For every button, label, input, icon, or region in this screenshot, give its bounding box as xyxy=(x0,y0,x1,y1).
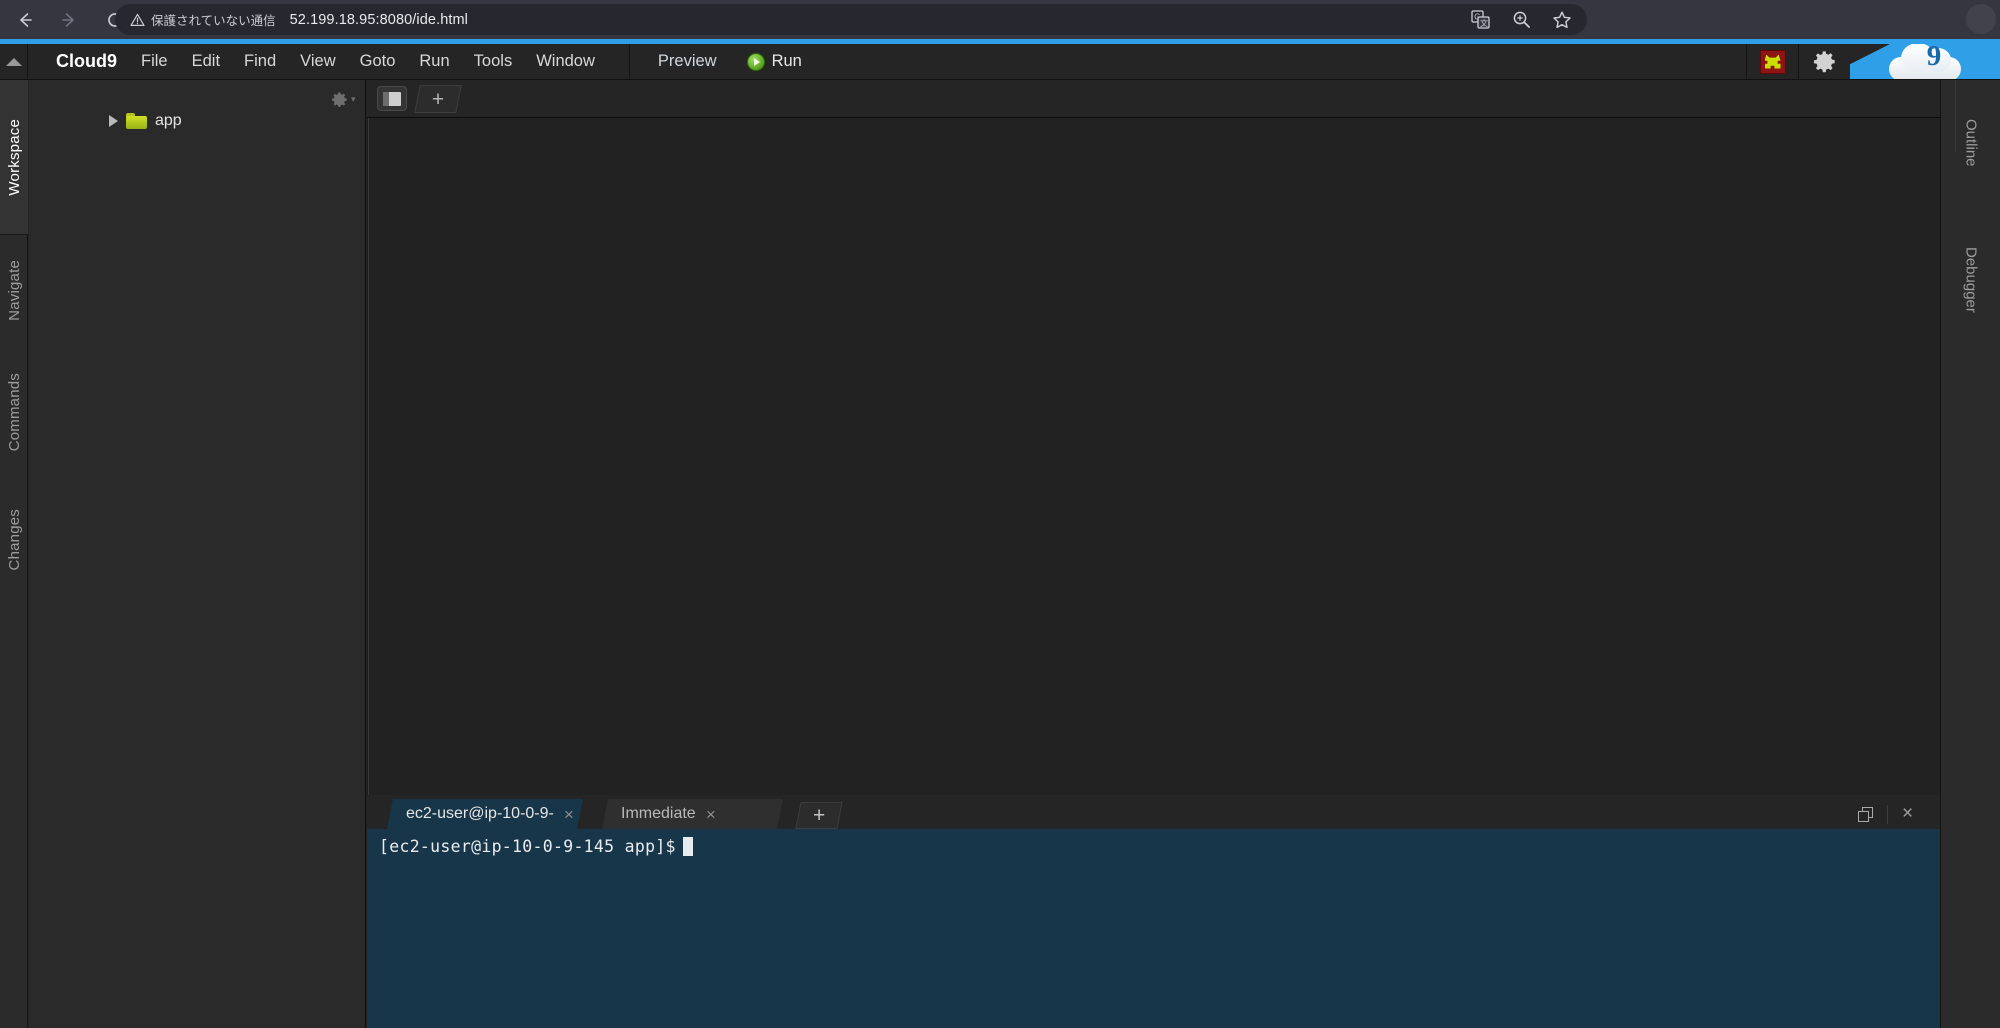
translate-glyph: G 文 xyxy=(1470,10,1490,29)
close-icon[interactable]: × xyxy=(564,805,574,824)
browser-toolbar: 保護されていない通信 52.199.18.95:8080/ide.html G … xyxy=(0,0,2000,39)
plus-icon: + xyxy=(812,804,826,827)
sidebar-item-changes-label: Changes xyxy=(5,509,23,571)
sidebar-item-workspace-label: Workspace xyxy=(5,118,23,196)
tree-settings-gear-icon xyxy=(332,91,347,107)
close-panel-button[interactable]: × xyxy=(1887,803,1927,824)
plus-icon: + xyxy=(431,87,445,110)
new-terminal-tab-button[interactable]: + xyxy=(795,802,843,829)
url-text[interactable]: 52.199.18.95:8080/ide.html xyxy=(290,12,468,28)
ide-menu-bar: Cloud9 File Edit Find View Goto Run Tool… xyxy=(0,44,2000,80)
sidebar-item-debugger[interactable]: Debugger xyxy=(1941,205,2000,355)
bookmark-star-icon[interactable] xyxy=(1551,9,1573,31)
star-glyph xyxy=(1553,10,1571,28)
sidebar-item-workspace[interactable]: Workspace xyxy=(0,80,28,235)
editor-tab-bar: + xyxy=(367,80,1940,118)
security-status-chip[interactable]: 保護されていない通信 xyxy=(130,10,276,29)
menu-file[interactable]: File xyxy=(129,44,180,79)
terminal-cursor xyxy=(682,837,693,856)
left-sidebar-rail: Workspace Navigate Commands Changes xyxy=(0,80,28,1028)
file-tree-panel: ▾ app xyxy=(29,80,366,1028)
menu-find[interactable]: Find xyxy=(232,44,288,79)
zoom-icon[interactable] xyxy=(1510,9,1532,31)
menu-goto[interactable]: Goto xyxy=(348,44,408,79)
terminal-prompt-line: [ec2-user@ip-10-0-9-145 app]$ xyxy=(379,837,1940,856)
menu-tools[interactable]: Tools xyxy=(462,44,525,79)
collapse-up-arrow-icon xyxy=(5,57,22,66)
close-icon[interactable]: × xyxy=(706,805,716,824)
terminal-tab-1-label: Immediate xyxy=(621,805,696,822)
preferences-button[interactable] xyxy=(1798,44,1850,79)
sidebar-item-commands-label: Commands xyxy=(5,373,23,452)
bug-icon xyxy=(1759,49,1786,74)
sidebar-item-navigate[interactable]: Navigate xyxy=(0,235,28,345)
sidebar-item-outline-label: Outline xyxy=(1962,118,1980,167)
tree-row-label: app xyxy=(155,112,182,129)
terminal-tab-1[interactable]: Immediate × xyxy=(602,799,783,829)
collapse-menu-button[interactable] xyxy=(0,44,28,79)
tree-row-app[interactable]: app xyxy=(29,108,365,134)
terminal-panel-actions: × xyxy=(1843,799,1940,829)
address-bar[interactable]: 保護されていない通信 52.199.18.95:8080/ide.html G … xyxy=(115,4,1587,35)
terminal-tab-0[interactable]: ec2-user@ip-10-0-9- × xyxy=(387,799,583,829)
run-controls: Preview Run xyxy=(630,44,828,79)
bug-button[interactable] xyxy=(1746,44,1798,79)
run-button[interactable]: Run xyxy=(735,44,814,79)
menu-right-controls: 9 xyxy=(1746,44,2000,79)
back-button[interactable] xyxy=(6,1,44,39)
preview-button[interactable]: Preview xyxy=(644,44,731,79)
right-sidebar-rail: Outline Debugger xyxy=(1940,80,2000,1028)
warning-triangle-icon xyxy=(130,13,145,26)
toggle-panel-button[interactable] xyxy=(377,86,407,111)
toggle-panel-icon xyxy=(383,91,401,106)
brand-cloud9[interactable]: Cloud9 xyxy=(44,44,129,79)
cloud9-logo-icon: 9 xyxy=(1889,39,1961,79)
cloud9-logo-tab[interactable]: 9 xyxy=(1850,44,2000,79)
green-play-icon xyxy=(746,52,765,71)
sidebar-item-outline[interactable]: Outline xyxy=(1941,80,2000,205)
gear-icon xyxy=(1813,51,1835,73)
run-button-label: Run xyxy=(771,52,802,70)
menu-run[interactable]: Run xyxy=(407,44,461,79)
back-arrow-icon xyxy=(20,12,32,27)
new-editor-tab-button[interactable]: + xyxy=(414,84,462,113)
security-status-label: 保護されていない通信 xyxy=(151,14,276,28)
omnibox-actions: G 文 xyxy=(1469,4,1573,35)
menu-view[interactable]: View xyxy=(288,44,347,79)
forward-arrow-icon xyxy=(62,12,74,27)
menu-items: Cloud9 File Edit Find View Goto Run Tool… xyxy=(28,44,607,79)
terminal-output[interactable]: [ec2-user@ip-10-0-9-145 app]$ xyxy=(367,829,1940,1028)
rail-divider xyxy=(1955,80,1956,152)
menu-edit[interactable]: Edit xyxy=(180,44,232,79)
profile-avatar[interactable] xyxy=(1966,4,1996,34)
folder-icon xyxy=(126,113,147,129)
menu-window[interactable]: Window xyxy=(524,44,607,79)
sidebar-item-navigate-label: Navigate xyxy=(5,259,23,321)
forward-button[interactable] xyxy=(50,1,88,39)
sidebar-item-debugger-label: Debugger xyxy=(1962,247,1980,313)
collapsed-caret-icon[interactable] xyxy=(109,115,118,127)
svg-text:文: 文 xyxy=(1480,18,1488,28)
magnifier-glyph xyxy=(1513,11,1530,28)
tree-settings-button[interactable]: ▾ xyxy=(330,88,356,110)
editor-canvas[interactable] xyxy=(368,118,1940,829)
sidebar-item-changes[interactable]: Changes xyxy=(0,480,28,600)
chevron-down-icon: ▾ xyxy=(351,93,356,104)
terminal-prompt-text: [ec2-user@ip-10-0-9-145 app]$ xyxy=(379,837,676,856)
restore-window-icon xyxy=(1857,806,1873,822)
editor-region: + ec2-user@ip-10-0-9- × Immediate × + × … xyxy=(367,80,1940,1028)
sidebar-item-commands[interactable]: Commands xyxy=(0,345,28,480)
terminal-tab-bar: ec2-user@ip-10-0-9- × Immediate × + × xyxy=(367,795,1940,829)
terminal-tab-0-label: ec2-user@ip-10-0-9- xyxy=(406,805,554,822)
translate-icon[interactable]: G 文 xyxy=(1469,9,1491,31)
cloud9-logo-digit: 9 xyxy=(1926,39,1942,72)
maximize-panel-button[interactable] xyxy=(1843,806,1887,822)
